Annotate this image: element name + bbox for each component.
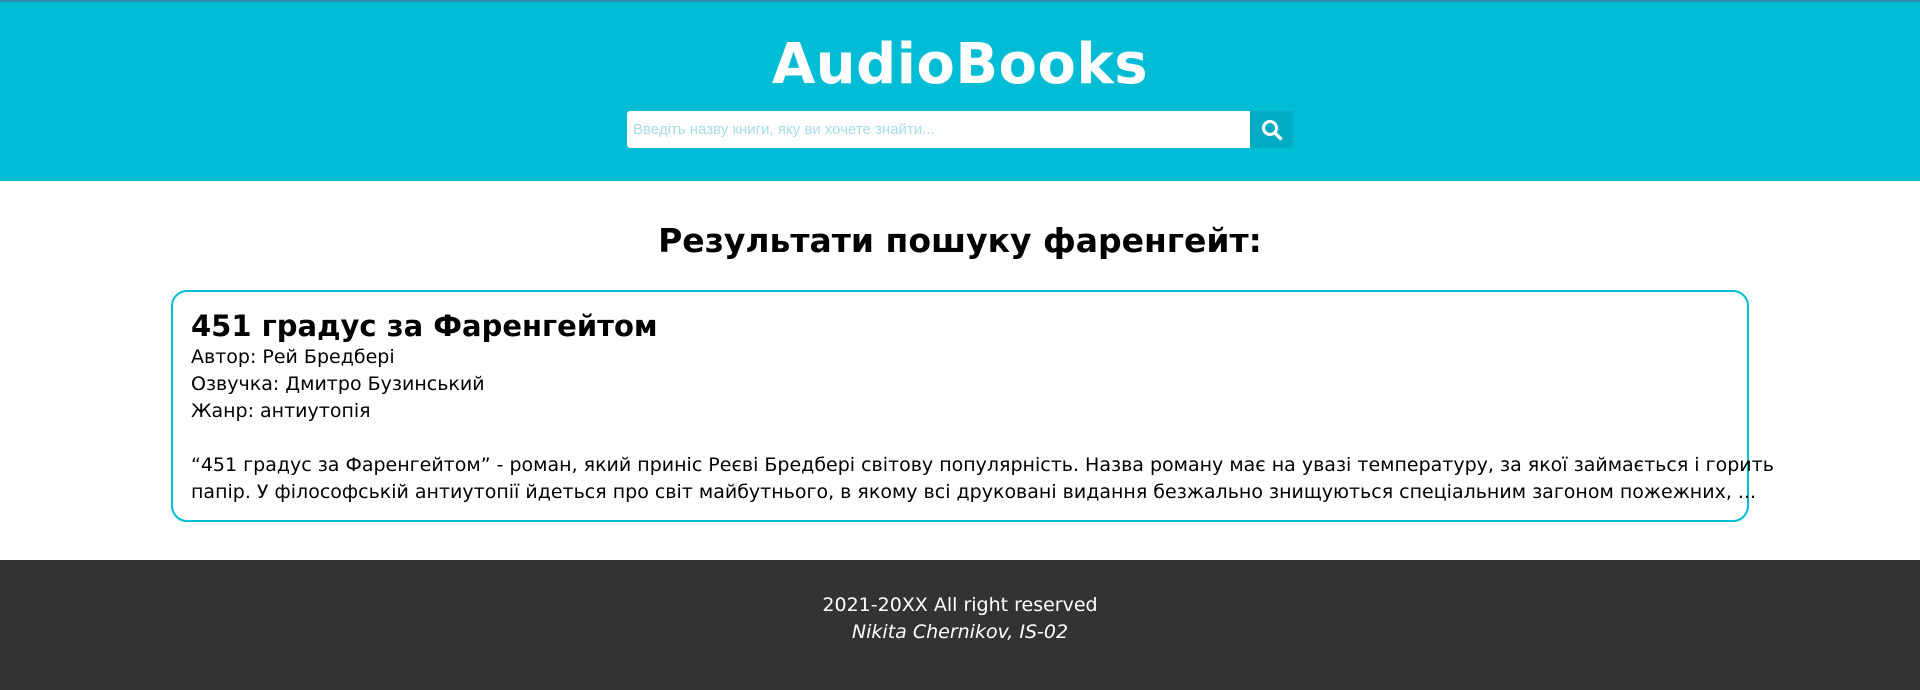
search-icon [1261,119,1282,140]
footer-copyright: 2021-20XX All right reserved [822,594,1098,616]
book-narrator: Озвучка: Дмитро Бузинський [191,373,485,395]
search-button[interactable] [1250,111,1293,148]
book-title[interactable]: 451 градус за Фаренгейтом [191,308,1729,344]
book-result-card[interactable]: 451 градус за Фаренгейтом Автор: Рей Бре… [171,290,1774,522]
results-heading: Результати пошуку фаренгейт: [658,221,1262,260]
site-logo[interactable]: AudioBooks [0,26,1920,104]
site-footer: 2021-20XX All right reserved Nikita Cher… [0,560,1920,690]
book-description-line: папір. У філософській антиутопії йдеться… [191,481,1757,503]
search-input[interactable] [627,111,1250,148]
book-description-line: “451 градус за Фаренгейтом” - роман, яки… [191,454,1774,476]
footer-author: Nikita Chernikov, IS-02 [851,621,1069,643]
book-genre: Жанр: антиутопія [191,400,371,422]
book-author: Автор: Рей Бредбері [191,346,395,368]
book-description: “451 градус за Фаренгейтом” - роман, яки… [191,452,1774,506]
search-form [627,111,1293,148]
site-header: AudioBooks [0,0,1920,181]
